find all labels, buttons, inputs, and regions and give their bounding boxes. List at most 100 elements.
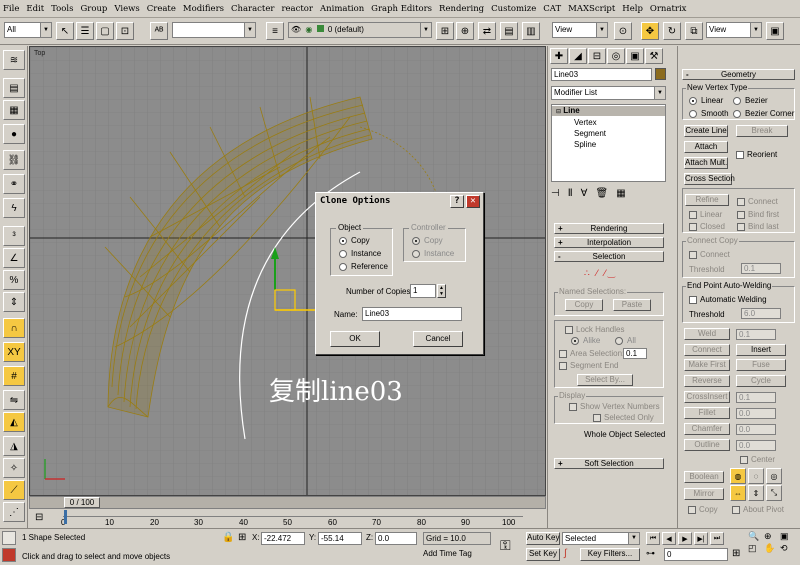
make-first-button[interactable]: Make First <box>684 359 730 371</box>
angle-snap-icon[interactable]: ∠ <box>3 248 25 268</box>
remove-modifier-icon[interactable]: 🗑 <box>595 188 608 199</box>
track-bar-icon[interactable]: ⊟ <box>35 512 43 523</box>
place-highlight-icon[interactable]: ✧ <box>3 458 25 478</box>
linear-checkbox[interactable]: Linear <box>689 210 722 219</box>
select-by-button[interactable]: Select By... <box>577 374 633 386</box>
area-selection-checkbox[interactable]: Area Selection: <box>559 349 624 358</box>
time-slider[interactable]: 0 / 100 <box>29 496 546 509</box>
normal-align-icon[interactable]: ◮ <box>3 436 25 456</box>
menu-tools[interactable]: Tools <box>51 4 73 14</box>
magnet-icon[interactable]: ∩ <box>3 318 25 338</box>
selected-only-checkbox[interactable]: Selected Only <box>593 413 654 422</box>
interpolation-rollout[interactable]: + Interpolation <box>554 237 664 248</box>
rect-selection-icon[interactable]: ▢ <box>96 22 114 40</box>
mirror-h-icon[interactable]: ⇔ <box>730 485 746 501</box>
menu-edit[interactable]: Edit <box>26 4 44 14</box>
select-by-name-icon[interactable]: ☰ <box>76 22 94 40</box>
auto-key-button[interactable]: Auto Key <box>526 532 560 545</box>
menu-ornatrix[interactable]: Ornatrix <box>650 4 687 14</box>
go-to-end-icon[interactable]: ⏭ <box>710 532 724 545</box>
create-line-button[interactable]: Create Line <box>684 125 728 137</box>
mirror-v-icon[interactable]: ⇕ <box>748 485 764 501</box>
menu-character[interactable]: Character <box>231 4 274 14</box>
menu-customize[interactable]: Customize <box>491 4 536 14</box>
copy-selection-button[interactable]: Copy <box>565 299 603 311</box>
menu-create[interactable]: Create <box>147 4 176 14</box>
pan-icon[interactable]: ✋ <box>764 543 779 554</box>
curve-editor-icon[interactable]: ▤ <box>3 78 25 98</box>
use-center-icon[interactable]: ▣ <box>766 22 784 40</box>
bind-last-checkbox[interactable]: Bind last <box>737 222 779 231</box>
close-button[interactable]: ✕ <box>466 195 480 208</box>
menu-graph-editors[interactable]: Graph Editors <box>371 4 432 14</box>
vertex-linear-radio[interactable]: Linear <box>689 96 723 105</box>
current-frame-field[interactable]: 0 <box>664 548 728 561</box>
time-config-icon[interactable]: ⊞ <box>732 548 740 559</box>
layer-manager-icon[interactable]: ▥ <box>522 22 540 40</box>
mirror-icon[interactable]: ⇋ <box>3 390 25 410</box>
insert-button[interactable]: Insert <box>736 344 786 356</box>
previous-frame-icon[interactable]: ◀ <box>662 532 676 545</box>
modifier-list-dropdown[interactable]: Modifier List ▼ <box>551 86 666 100</box>
attach-mult-button[interactable]: Attach Mult. <box>684 157 728 169</box>
outline-button[interactable]: Outline <box>684 439 730 451</box>
time-slider-thumb[interactable]: 0 / 100 <box>64 497 100 508</box>
percent-snap-icon[interactable]: % <box>3 270 25 290</box>
object-copy-radio[interactable]: Copy <box>339 236 370 245</box>
area-selection-field[interactable]: 0.1 <box>623 348 647 359</box>
menu-group[interactable]: Group <box>80 4 107 14</box>
subtract-icon[interactable]: ◌ <box>748 468 764 484</box>
object-name-field[interactable]: Line03 <box>551 68 652 81</box>
menu-file[interactable]: File <box>3 4 19 14</box>
link-icon[interactable]: ⛓ <box>3 150 25 170</box>
key-mode-icon[interactable]: ⊶ <box>646 548 655 559</box>
array-icon[interactable]: ⋰ <box>3 502 25 522</box>
geometry-rollout[interactable]: - Geometry <box>682 69 795 80</box>
motion-tab-icon[interactable]: ◎ <box>607 48 625 64</box>
configure-sets-icon[interactable]: ▦ <box>616 188 625 199</box>
menu-views[interactable]: Views <box>114 4 139 14</box>
layer-props-icon[interactable]: ▤ <box>500 22 518 40</box>
maxscript-listener-icon[interactable] <box>2 531 16 545</box>
chamfer-button[interactable]: Chamfer <box>684 423 730 435</box>
reorient-checkbox[interactable]: Reorient <box>736 150 777 159</box>
help-button[interactable]: ? <box>450 195 464 208</box>
rendering-rollout[interactable]: + Rendering <box>554 223 664 234</box>
xy-axis-icon[interactable]: XY <box>3 342 25 362</box>
lock-handles-checkbox[interactable]: Lock Handles <box>565 325 624 334</box>
named-selection-dropdown[interactable]: ▼ <box>172 22 256 38</box>
mirror-button[interactable]: Mirror <box>684 488 724 500</box>
object-instance-radio[interactable]: Instance <box>339 249 381 258</box>
cancel-button[interactable]: Cancel <box>413 331 463 347</box>
stack-item-vertex[interactable]: Vertex <box>574 118 597 127</box>
align-icon[interactable]: ◭ <box>3 412 25 432</box>
create-tab-icon[interactable]: ✚ <box>550 48 568 64</box>
crossinsert-field[interactable]: 0.1 <box>736 392 776 403</box>
pin-stack-icon[interactable]: ⊣ <box>551 188 560 199</box>
fillet-field[interactable]: 0.0 <box>736 408 776 419</box>
menu-animation[interactable]: Animation <box>320 4 364 14</box>
stack-item-line[interactable]: ⊟ Line <box>552 106 665 116</box>
ok-button[interactable]: OK <box>330 331 380 347</box>
make-unique-icon[interactable]: ∀ <box>581 188 588 199</box>
zoom-extents-icon[interactable]: ▣ <box>780 531 795 542</box>
closed-checkbox[interactable]: Closed <box>689 222 725 231</box>
modify-tab-icon[interactable]: ◢ <box>569 48 587 64</box>
material-editor-icon[interactable]: ● <box>3 124 25 144</box>
layer-dropdown[interactable]: 👁 ◉ 0 (default) ▼ <box>288 22 432 38</box>
outline-field[interactable]: 0.0 <box>736 440 776 451</box>
lock-icon[interactable]: 🔒 <box>222 532 234 543</box>
fillet-button[interactable]: Fillet <box>684 407 730 419</box>
menu-maxscript[interactable]: MAXScript <box>568 4 615 14</box>
spinner-snap-icon[interactable]: ⇕ <box>3 292 25 312</box>
play-icon[interactable]: ▶ <box>678 532 692 545</box>
intersect-icon[interactable]: ◎ <box>766 468 782 484</box>
maxscript-error-icon[interactable] <box>2 548 16 562</box>
connect-checkbox[interactable]: Connect <box>737 197 778 206</box>
grid-icon[interactable]: # <box>3 366 25 386</box>
center-checkbox[interactable]: Center <box>740 455 775 464</box>
ref-coord-dropdown-left[interactable]: View ▼ <box>552 22 608 38</box>
attach-button[interactable]: Attach <box>684 141 728 153</box>
unlink-icon[interactable]: ⚭ <box>3 174 25 194</box>
chamfer-field[interactable]: 0.0 <box>736 424 776 435</box>
